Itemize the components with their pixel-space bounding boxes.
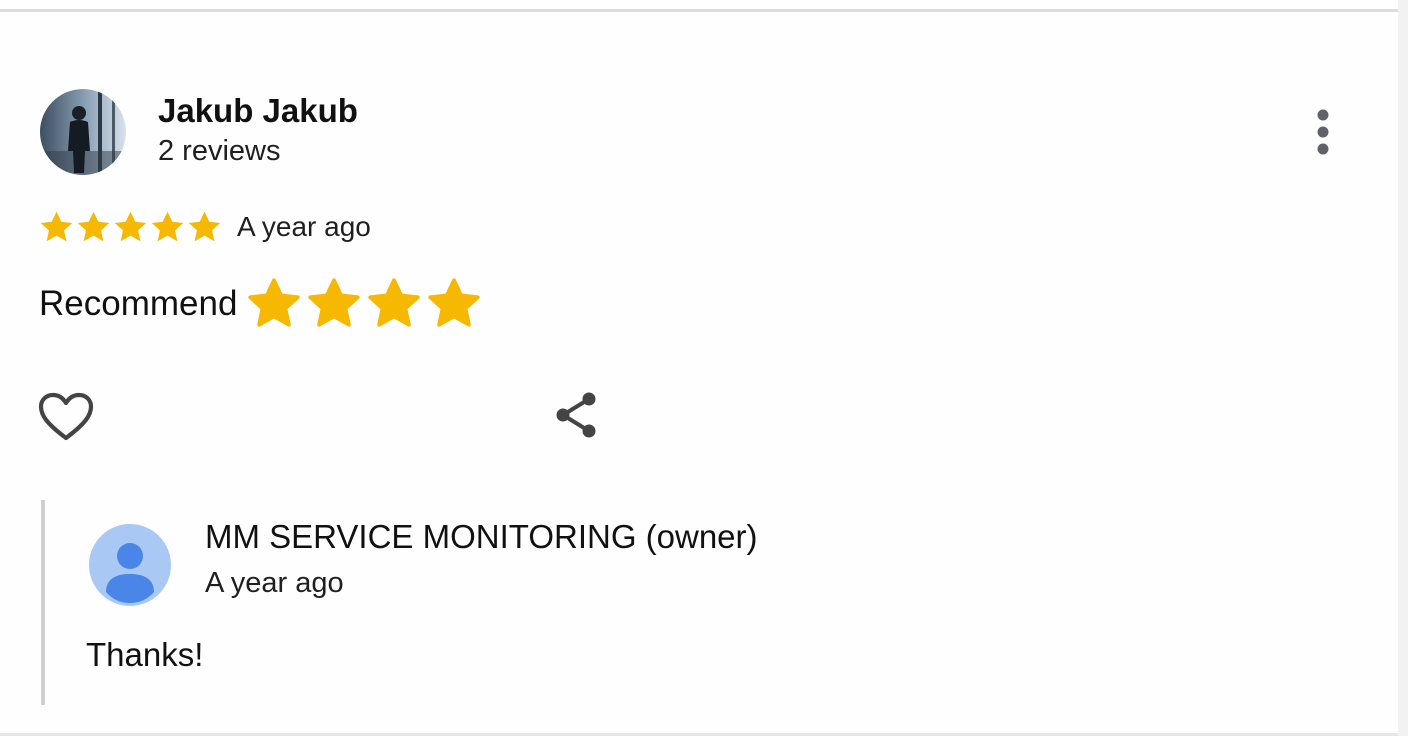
star-icon: [188, 211, 221, 241]
star-emoji-icon: [428, 278, 481, 327]
like-button[interactable]: [38, 392, 94, 444]
reviewer-review-count[interactable]: 2 reviews: [158, 135, 281, 168]
review-body: Recommend: [39, 276, 485, 332]
star-rating: [38, 209, 223, 246]
owner-avatar: [89, 524, 171, 606]
heart-outline-icon: [38, 392, 94, 441]
share-icon: [556, 392, 596, 438]
more-options-button[interactable]: [1306, 106, 1340, 160]
star-icon: [151, 211, 184, 241]
review-emoji-stars: [245, 276, 485, 332]
owner-reply-text: Thanks!: [86, 636, 204, 673]
default-person-avatar-icon: [89, 524, 171, 606]
star-emoji-icon: [308, 278, 361, 327]
star-icon: [40, 211, 73, 241]
share-button[interactable]: [553, 390, 599, 440]
more-vertical-icon: [1317, 109, 1329, 155]
profile-photo-icon: [40, 89, 126, 175]
right-edge: [1398, 0, 1408, 736]
review-card: Jakub Jakub 2 reviews A year ago Recomme…: [0, 12, 1398, 733]
star-emoji-icon: [248, 278, 301, 327]
reviewer-avatar[interactable]: [40, 89, 126, 175]
reviewer-name[interactable]: Jakub Jakub: [158, 92, 358, 130]
review-time: A year ago: [237, 211, 371, 242]
rating-row: A year ago: [38, 207, 371, 247]
review-text: Recommend: [39, 284, 238, 323]
owner-reply-time: A year ago: [205, 567, 344, 599]
star-icon: [114, 211, 147, 241]
owner-reply-bar: [41, 500, 45, 705]
star-icon: [77, 211, 110, 241]
owner-name: MM SERVICE MONITORING (owner): [205, 518, 758, 555]
star-emoji-icon: [368, 278, 421, 327]
